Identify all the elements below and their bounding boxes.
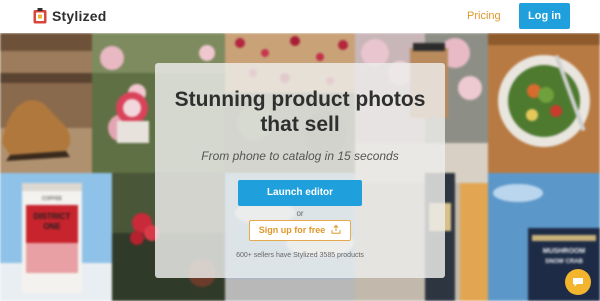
brand-name[interactable]: Stylized	[52, 8, 107, 24]
upload-icon	[331, 225, 341, 234]
mushroom-box-line1: MUSHROOM	[543, 248, 586, 255]
top-navigation-bar: Stylized Pricing Log in	[0, 0, 600, 33]
login-button[interactable]: Log in	[519, 3, 570, 29]
coffee-bag-line2: ONE	[43, 222, 61, 231]
or-separator: or	[296, 209, 304, 218]
landing-page: COFFEE DISTRICT ONE MUSHROOM SNOW CRAB S…	[0, 0, 600, 301]
hero-card: Stunning product photos that sell From p…	[155, 63, 445, 278]
signup-button[interactable]: Sign up for free	[249, 220, 351, 241]
coffee-bag-line1: DISTRICT	[34, 212, 71, 221]
seller-stats-text: 600+ sellers have Stylized 3585 products	[236, 252, 364, 259]
hero-headline-line2: that sell	[260, 113, 340, 136]
photo-coffee-bag: COFFEE DISTRICT ONE	[0, 173, 112, 301]
hero-headline: Stunning product photos that sell	[155, 87, 445, 137]
mushroom-box-line2: SNOW CRAB	[545, 259, 583, 265]
photo-boot-on-wood	[0, 33, 92, 173]
hero-headline-line1: Stunning product photos	[174, 88, 426, 111]
hero-subheadline: From phone to catalog in 15 seconds	[201, 149, 399, 163]
stylized-logo-icon[interactable]	[33, 8, 47, 24]
launch-editor-button[interactable]: Launch editor	[238, 180, 362, 206]
coffee-bag-top-label: COFFEE	[42, 196, 63, 202]
pricing-link[interactable]: Pricing	[467, 10, 501, 22]
photo-salad-bowl	[488, 33, 600, 173]
chat-bubble-icon	[573, 278, 583, 287]
signup-button-label: Sign up for free	[258, 225, 326, 235]
chat-button[interactable]	[565, 269, 591, 295]
